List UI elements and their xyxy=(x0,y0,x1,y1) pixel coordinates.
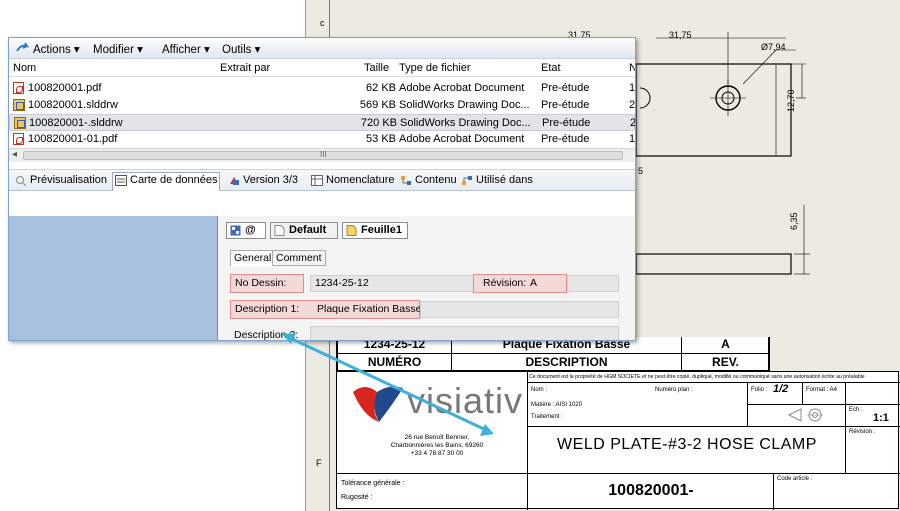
dim-diameter: Ø7,94 xyxy=(761,42,786,52)
part-title: WELD PLATE-#3-2 HOSE CLAMP xyxy=(557,436,817,453)
sheet-icon xyxy=(346,225,357,236)
copyright-text: Ce document est la propriété de HGM SOCI… xyxy=(529,374,865,380)
file-list-header: Nom Extrait par Taille Type de fichier E… xyxy=(9,59,635,77)
file-row[interactable]: 100820001.slddrw 569 KB SolidWorks Drawi… xyxy=(9,97,635,114)
document-icon xyxy=(274,225,285,236)
numero-plan-label: Numéro plan : xyxy=(655,387,693,393)
col-type[interactable]: Type de fichier xyxy=(399,62,471,74)
subtab-general[interactable]: General xyxy=(230,250,276,266)
revision-extra-field[interactable] xyxy=(567,275,619,292)
scroll-left-icon[interactable]: ◂ xyxy=(12,149,17,160)
folio-label: Folio : xyxy=(751,387,768,393)
tab-version[interactable]: Version 3/3 xyxy=(226,173,298,191)
menu-afficher[interactable]: Afficher ▾ xyxy=(162,42,210,56)
no-dessin-label-box: No Dessin: xyxy=(230,274,304,293)
description-label: DESCRIPTION xyxy=(451,353,682,371)
numero-label: NUMÉRO xyxy=(337,353,452,371)
description1-extra-field[interactable] xyxy=(420,301,619,318)
file-row-selected[interactable]: 100820001-.slddrw 720 KB SolidWorks Draw… xyxy=(9,114,635,131)
tab-contenu[interactable]: Contenu xyxy=(398,173,457,191)
subtab-comment[interactable]: Comment xyxy=(272,250,326,266)
rugosite-label: Rugosité : xyxy=(341,494,373,501)
actions-icon xyxy=(16,42,29,52)
tab-default-config[interactable]: Default xyxy=(270,222,338,239)
where-used-icon xyxy=(462,176,472,185)
tab-previsualisation[interactable]: Prévisualisation xyxy=(13,173,107,191)
projection-symbol-icon xyxy=(787,408,823,422)
pdm-explorer-window: Actions ▾ Modifier ▾ Afficher ▾ Outils ▾… xyxy=(8,37,636,341)
folio-value: 1/2 xyxy=(773,383,789,395)
part-number: 100820001- xyxy=(608,482,694,499)
visiativ-logo-icon xyxy=(353,386,403,422)
rev-label: REV. xyxy=(681,353,770,371)
format-label: Format : A4 xyxy=(806,387,838,393)
pdf-file-icon xyxy=(13,133,24,145)
version-icon xyxy=(230,177,239,185)
description2-label: Description 2: xyxy=(234,329,299,341)
logo-text: visiativ xyxy=(407,380,524,421)
explorer-toolbar: Actions ▾ Modifier ▾ Afficher ▾ Outils ▾ xyxy=(9,38,635,59)
col-etat[interactable]: Etat xyxy=(541,62,561,74)
tab-variable-at[interactable]: @ xyxy=(226,222,266,239)
solidworks-drawing-icon xyxy=(13,99,25,111)
col-taille[interactable]: Taille xyxy=(364,62,389,74)
no-dessin-field[interactable]: 1234-25-12 xyxy=(310,275,475,292)
tab-carte-de-donnees[interactable]: Carte de données xyxy=(112,172,220,192)
data-card-icon xyxy=(230,225,241,236)
solidworks-drawing-icon xyxy=(14,117,26,129)
matiere-label: Matière : AISI 1020 xyxy=(531,402,583,408)
data-card-background xyxy=(9,216,217,340)
horizontal-scrollbar[interactable]: ◂ III xyxy=(9,148,635,162)
description2-field[interactable] xyxy=(310,326,619,340)
revision-field[interactable]: A xyxy=(530,277,537,289)
company-address: 26 rue Benoît Bennier, Charbonnières les… xyxy=(390,434,484,457)
menu-outils[interactable]: Outils ▾ xyxy=(222,42,260,56)
scroll-thumb[interactable]: III xyxy=(23,150,623,160)
dim-height-2: 6,35 xyxy=(789,212,799,230)
col-nom[interactable]: Nom xyxy=(13,62,36,74)
traitement-label: Traitement : xyxy=(531,414,563,420)
content-icon xyxy=(401,176,411,185)
menu-actions[interactable]: Actions ▾ xyxy=(33,42,80,56)
title-block: Ce document est la propriété de HGM SOCI… xyxy=(336,371,900,510)
tolerance-label: Tolérance générale : xyxy=(341,480,405,487)
revision-label: Révision : xyxy=(849,429,876,435)
dim-label-2: 31,75 xyxy=(669,30,692,40)
col-extrait-par[interactable]: Extrait par xyxy=(220,62,270,74)
tab-nomenclature[interactable]: Nomenclature xyxy=(309,173,394,191)
data-card-pane: @ Default Feuille1 General Comment No De… xyxy=(9,191,635,341)
dim-height-1: 12,70 xyxy=(786,89,796,112)
ech-value: 1:1 xyxy=(873,412,889,424)
bom-icon xyxy=(311,175,323,186)
file-row[interactable]: 100820001.pdf 62 KB Adobe Acrobat Docume… xyxy=(9,80,635,97)
description1-field[interactable]: Plaque Fixation Basse xyxy=(317,303,421,315)
preview-icon xyxy=(16,176,27,186)
data-card-form: @ Default Feuille1 General Comment No De… xyxy=(217,216,635,341)
col-n[interactable]: N xyxy=(629,62,635,74)
description1-box: Description 1: Plaque Fixation Basse xyxy=(230,300,421,319)
nom-label: Nom : xyxy=(531,387,548,393)
tab-utilise-dans[interactable]: Utilisé dans xyxy=(459,173,533,191)
detail-tabs: Prévisualisation Carte de données Versio… xyxy=(9,169,635,192)
revision-label-box: Révision: A xyxy=(473,274,567,293)
dim-partial: 5 xyxy=(638,166,644,176)
pdf-file-icon xyxy=(13,82,24,94)
data-card-icon xyxy=(115,175,127,186)
file-row[interactable]: 100820001-01.pdf 53 KB Adobe Acrobat Doc… xyxy=(9,131,635,148)
rev-value: A xyxy=(681,337,770,354)
code-article-label: Code article : xyxy=(777,476,813,482)
menu-modifier[interactable]: Modifier ▾ xyxy=(93,42,143,56)
ech-label: Ech : xyxy=(849,407,863,413)
tab-feuille1[interactable]: Feuille1 xyxy=(342,222,408,239)
title-block-header: 1234-25-12 Plaque Fixation Basse A NUMÉR… xyxy=(336,337,770,371)
zone-letter-f: F xyxy=(316,458,322,468)
